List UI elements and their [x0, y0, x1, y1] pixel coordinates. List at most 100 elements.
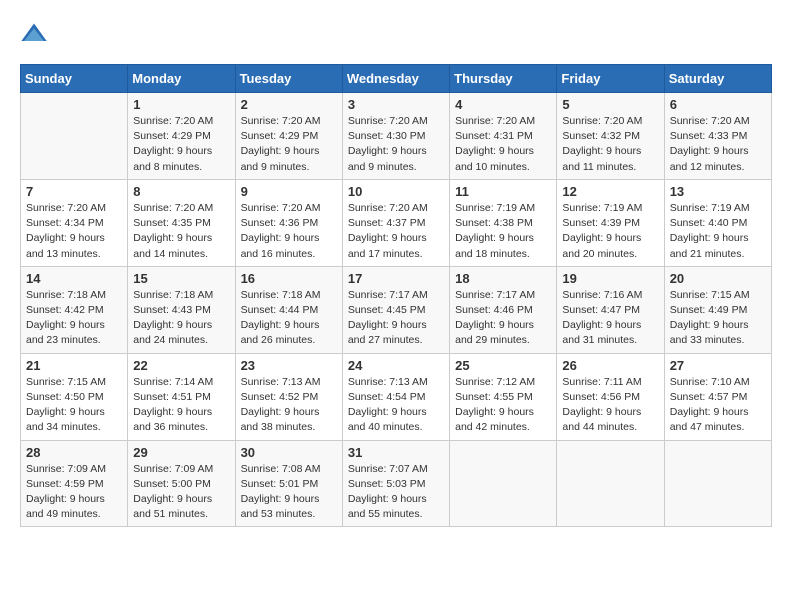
- calendar-cell: 13 Sunrise: 7:19 AM Sunset: 4:40 PM Dayli…: [664, 179, 771, 266]
- day-info: Sunrise: 7:14 AM Sunset: 4:51 PM Dayligh…: [133, 375, 229, 436]
- calendar-cell: 14 Sunrise: 7:18 AM Sunset: 4:42 PM Dayli…: [21, 266, 128, 353]
- calendar-cell: 25 Sunrise: 7:12 AM Sunset: 4:55 PM Dayli…: [450, 353, 557, 440]
- calendar-cell: 31 Sunrise: 7:07 AM Sunset: 5:03 PM Dayli…: [342, 440, 449, 527]
- calendar-week-4: 21Sunrise: 7:15 AM Sunset: 4:50 PM Dayli…: [21, 353, 772, 440]
- day-info: Sunrise: 7:09 AM Sunset: 4:59 PM Dayligh…: [26, 462, 122, 523]
- day-info: Sunrise: 7:19 AM Sunset: 4:39 PM Dayligh…: [562, 201, 658, 262]
- day-number: 22: [133, 358, 229, 373]
- day-number: 29: [133, 445, 229, 460]
- day-info: Sunrise: 7:18 AM Sunset: 4:42 PM Dayligh…: [26, 288, 122, 349]
- calendar-cell: 16 Sunrise: 7:18 AM Sunset: 4:44 PM Dayli…: [235, 266, 342, 353]
- calendar-cell: 17Sunrise: 7:17 AM Sunset: 4:45 PM Dayli…: [342, 266, 449, 353]
- day-info: Sunrise: 7:20 AM Sunset: 4:33 PM Dayligh…: [670, 114, 766, 175]
- day-number: 10: [348, 184, 444, 199]
- day-number: 11: [455, 184, 551, 199]
- day-number: 3: [348, 97, 444, 112]
- header-cell-thursday: Thursday: [450, 65, 557, 93]
- header-cell-monday: Monday: [128, 65, 235, 93]
- header-cell-sunday: Sunday: [21, 65, 128, 93]
- calendar-week-5: 28Sunrise: 7:09 AM Sunset: 4:59 PM Dayli…: [21, 440, 772, 527]
- calendar-cell: 20 Sunrise: 7:15 AM Sunset: 4:49 PM Dayli…: [664, 266, 771, 353]
- day-number: 7: [26, 184, 122, 199]
- calendar-table: SundayMondayTuesdayWednesdayThursdayFrid…: [20, 64, 772, 527]
- day-info: Sunrise: 7:16 AM Sunset: 4:47 PM Dayligh…: [562, 288, 658, 349]
- day-number: 17: [348, 271, 444, 286]
- day-number: 16: [241, 271, 337, 286]
- calendar-cell: 1 Sunrise: 7:20 AM Sunset: 4:29 PM Daylig…: [128, 93, 235, 180]
- day-number: 9: [241, 184, 337, 199]
- calendar-cell: 15 Sunrise: 7:18 AM Sunset: 4:43 PM Dayli…: [128, 266, 235, 353]
- calendar-week-1: 1 Sunrise: 7:20 AM Sunset: 4:29 PM Daylig…: [21, 93, 772, 180]
- day-number: 23: [241, 358, 337, 373]
- calendar-cell: 26 Sunrise: 7:11 AM Sunset: 4:56 PM Dayli…: [557, 353, 664, 440]
- calendar-cell: 30Sunrise: 7:08 AM Sunset: 5:01 PM Dayli…: [235, 440, 342, 527]
- calendar-cell: 7 Sunrise: 7:20 AM Sunset: 4:34 PM Daylig…: [21, 179, 128, 266]
- day-number: 13: [670, 184, 766, 199]
- day-info: Sunrise: 7:13 AM Sunset: 4:52 PM Dayligh…: [241, 375, 337, 436]
- day-info: Sunrise: 7:20 AM Sunset: 4:36 PM Dayligh…: [241, 201, 337, 262]
- calendar-cell: 19 Sunrise: 7:16 AM Sunset: 4:47 PM Dayli…: [557, 266, 664, 353]
- day-number: 6: [670, 97, 766, 112]
- calendar-header-row: SundayMondayTuesdayWednesdayThursdayFrid…: [21, 65, 772, 93]
- calendar-cell: 18 Sunrise: 7:17 AM Sunset: 4:46 PM Dayli…: [450, 266, 557, 353]
- calendar-cell: 9 Sunrise: 7:20 AM Sunset: 4:36 PM Daylig…: [235, 179, 342, 266]
- day-info: Sunrise: 7:20 AM Sunset: 4:30 PM Dayligh…: [348, 114, 444, 175]
- day-info: Sunrise: 7:08 AM Sunset: 5:01 PM Dayligh…: [241, 462, 337, 523]
- calendar-week-3: 14 Sunrise: 7:18 AM Sunset: 4:42 PM Dayli…: [21, 266, 772, 353]
- day-info: Sunrise: 7:18 AM Sunset: 4:43 PM Dayligh…: [133, 288, 229, 349]
- calendar-cell: 21Sunrise: 7:15 AM Sunset: 4:50 PM Dayli…: [21, 353, 128, 440]
- day-number: 31: [348, 445, 444, 460]
- day-info: Sunrise: 7:13 AM Sunset: 4:54 PM Dayligh…: [348, 375, 444, 436]
- day-info: Sunrise: 7:15 AM Sunset: 4:49 PM Dayligh…: [670, 288, 766, 349]
- day-number: 2: [241, 97, 337, 112]
- day-info: Sunrise: 7:07 AM Sunset: 5:03 PM Dayligh…: [348, 462, 444, 523]
- day-number: 18: [455, 271, 551, 286]
- day-info: Sunrise: 7:20 AM Sunset: 4:32 PM Dayligh…: [562, 114, 658, 175]
- calendar-cell: 22 Sunrise: 7:14 AM Sunset: 4:51 PM Dayli…: [128, 353, 235, 440]
- calendar-cell: [557, 440, 664, 527]
- calendar-cell: 4Sunrise: 7:20 AM Sunset: 4:31 PM Daylig…: [450, 93, 557, 180]
- calendar-cell: 27Sunrise: 7:10 AM Sunset: 4:57 PM Dayli…: [664, 353, 771, 440]
- day-number: 4: [455, 97, 551, 112]
- day-info: Sunrise: 7:12 AM Sunset: 4:55 PM Dayligh…: [455, 375, 551, 436]
- calendar-cell: 24Sunrise: 7:13 AM Sunset: 4:54 PM Dayli…: [342, 353, 449, 440]
- day-number: 19: [562, 271, 658, 286]
- day-number: 1: [133, 97, 229, 112]
- day-number: 25: [455, 358, 551, 373]
- page-header: [20, 20, 772, 48]
- day-number: 14: [26, 271, 122, 286]
- day-info: Sunrise: 7:18 AM Sunset: 4:44 PM Dayligh…: [241, 288, 337, 349]
- day-info: Sunrise: 7:17 AM Sunset: 4:46 PM Dayligh…: [455, 288, 551, 349]
- day-info: Sunrise: 7:19 AM Sunset: 4:40 PM Dayligh…: [670, 201, 766, 262]
- header-cell-tuesday: Tuesday: [235, 65, 342, 93]
- day-info: Sunrise: 7:19 AM Sunset: 4:38 PM Dayligh…: [455, 201, 551, 262]
- calendar-cell: 29Sunrise: 7:09 AM Sunset: 5:00 PM Dayli…: [128, 440, 235, 527]
- calendar-body: 1 Sunrise: 7:20 AM Sunset: 4:29 PM Daylig…: [21, 93, 772, 527]
- day-number: 20: [670, 271, 766, 286]
- calendar-cell: 11 Sunrise: 7:19 AM Sunset: 4:38 PM Dayli…: [450, 179, 557, 266]
- header-cell-friday: Friday: [557, 65, 664, 93]
- day-info: Sunrise: 7:20 AM Sunset: 4:29 PM Dayligh…: [133, 114, 229, 175]
- calendar-cell: [21, 93, 128, 180]
- day-info: Sunrise: 7:11 AM Sunset: 4:56 PM Dayligh…: [562, 375, 658, 436]
- calendar-cell: 10 Sunrise: 7:20 AM Sunset: 4:37 PM Dayli…: [342, 179, 449, 266]
- logo-icon: [20, 20, 48, 48]
- calendar-cell: 12Sunrise: 7:19 AM Sunset: 4:39 PM Dayli…: [557, 179, 664, 266]
- day-number: 26: [562, 358, 658, 373]
- calendar-cell: 2 Sunrise: 7:20 AM Sunset: 4:29 PM Daylig…: [235, 93, 342, 180]
- calendar-cell: [664, 440, 771, 527]
- day-number: 27: [670, 358, 766, 373]
- day-number: 5: [562, 97, 658, 112]
- calendar-cell: 8 Sunrise: 7:20 AM Sunset: 4:35 PM Daylig…: [128, 179, 235, 266]
- header-cell-saturday: Saturday: [664, 65, 771, 93]
- day-info: Sunrise: 7:20 AM Sunset: 4:35 PM Dayligh…: [133, 201, 229, 262]
- day-info: Sunrise: 7:20 AM Sunset: 4:29 PM Dayligh…: [241, 114, 337, 175]
- day-number: 8: [133, 184, 229, 199]
- calendar-week-2: 7 Sunrise: 7:20 AM Sunset: 4:34 PM Daylig…: [21, 179, 772, 266]
- header-cell-wednesday: Wednesday: [342, 65, 449, 93]
- calendar-cell: 28Sunrise: 7:09 AM Sunset: 4:59 PM Dayli…: [21, 440, 128, 527]
- calendar-cell: 5 Sunrise: 7:20 AM Sunset: 4:32 PM Daylig…: [557, 93, 664, 180]
- day-info: Sunrise: 7:20 AM Sunset: 4:37 PM Dayligh…: [348, 201, 444, 262]
- day-info: Sunrise: 7:20 AM Sunset: 4:34 PM Dayligh…: [26, 201, 122, 262]
- day-number: 15: [133, 271, 229, 286]
